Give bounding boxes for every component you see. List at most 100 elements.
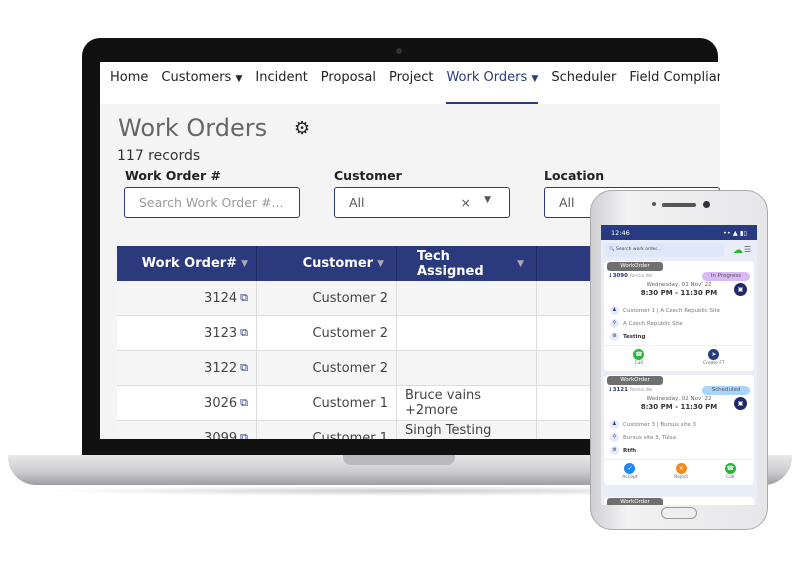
action-label: Accept	[622, 475, 638, 480]
open-external-icon[interactable]: ⧉	[240, 431, 248, 439]
laptop-camera	[396, 48, 402, 54]
work-order-card[interactable]: WorkOrder	[604, 497, 754, 505]
nav-customers-label: Customers	[161, 70, 232, 85]
nav-work-orders[interactable]: Work Orders ▼	[446, 62, 539, 104]
reject-icon: ×	[675, 463, 687, 474]
filter-icon[interactable]: ▼	[241, 259, 248, 269]
nav-incident[interactable]: Incident	[255, 62, 307, 104]
nav-proposal[interactable]: Proposal	[321, 62, 376, 104]
nav-home[interactable]: Home	[110, 62, 148, 104]
header-tech-assigned[interactable]: Tech Assigned ▼	[397, 246, 537, 281]
search-placeholder: Search work order...	[616, 247, 662, 252]
cell-tech-assigned	[397, 351, 537, 385]
work-order-card[interactable]: WorkOrder ↓3121 Rental Wo Scheduled Wedne…	[604, 375, 754, 485]
nav-field-compliance[interactable]: Field Compliance	[629, 62, 720, 104]
accept-icon: ✓	[624, 463, 636, 474]
nav-customers[interactable]: Customers ▼	[161, 62, 242, 104]
cell-work-order: 3123 ⧉	[117, 316, 257, 350]
phone-sensor	[652, 202, 656, 206]
card-number: ↓3090 Rental Wo	[608, 273, 653, 279]
create-ft-icon: ➤	[708, 349, 720, 360]
nav-project[interactable]: Project	[389, 62, 433, 104]
card-date: Wednesday, 02 Nov' 22	[646, 282, 712, 288]
open-external-icon[interactable]: ⧉	[240, 361, 248, 375]
cell-customer: Customer 2	[257, 316, 397, 350]
calendar-icon[interactable]: ▣	[734, 283, 747, 296]
card-service: ⚙ Testing	[610, 332, 645, 341]
customer-select-value: All	[349, 195, 365, 210]
chevron-down-icon: ▼	[235, 74, 243, 84]
work-order-number: 3099	[204, 430, 238, 440]
phone-screen: 12:46 •• ▲ ▮▯ 🔍 Search work order... ☁ ☰ …	[601, 225, 757, 505]
call-icon: ☎	[724, 463, 736, 474]
card-location: ⚲ A Czech Republic Site	[610, 319, 683, 328]
location-filter-label: Location	[544, 168, 605, 183]
wo-number: 3121	[612, 387, 628, 393]
customer-text: Customer 1 | A Czech Republic Site	[623, 307, 721, 314]
action-label: Reject	[674, 475, 689, 480]
call-icon: ☎	[633, 349, 645, 360]
cloud-sync-icon[interactable]: ☁	[733, 245, 743, 256]
cell-tech-assigned	[397, 316, 537, 350]
location-pin-icon: ⚲	[610, 433, 619, 442]
card-customer: ♟ Customer 1 | A Czech Republic Site	[610, 306, 720, 315]
card-actions: ✓ Accept × Reject ☎ Call	[604, 459, 754, 480]
wifi-battery-icon: •• ▲ ▮▯	[723, 228, 747, 237]
action-reject-button[interactable]: × Reject	[674, 463, 688, 480]
location-text: A Czech Republic Site	[623, 320, 683, 327]
cell-customer: Customer 1	[257, 386, 397, 420]
chevron-down-icon: ▼	[531, 74, 539, 84]
person-icon: ♟	[610, 420, 619, 429]
cell-work-order: 3026 ⧉	[117, 386, 257, 420]
phone-speaker	[662, 203, 696, 207]
action-create-ft-button[interactable]: ➤ Create FT	[703, 349, 725, 366]
header-work-order[interactable]: Work Order# ▼	[117, 246, 257, 281]
open-external-icon[interactable]: ⧉	[240, 291, 248, 305]
card-actions: ☎ Call ➤ Create FT	[604, 345, 754, 366]
hamburger-menu-icon[interactable]: ☰	[744, 245, 751, 254]
card-time: 8:30 PM - 11:30 PM	[640, 289, 718, 297]
page-title: Work Orders	[118, 114, 268, 142]
work-order-number: 3124	[204, 290, 238, 306]
cell-customer: Customer 1	[257, 421, 397, 439]
open-external-icon[interactable]: ⧉	[240, 326, 248, 340]
service-text: Testing	[623, 333, 646, 340]
calendar-icon[interactable]: ▣	[734, 397, 747, 410]
location-pin-icon: ⚲	[610, 319, 619, 328]
header-label: Work Order#	[141, 256, 238, 271]
nav-scheduler[interactable]: Scheduler	[551, 62, 616, 104]
card-type-label: WorkOrder	[607, 262, 663, 271]
work-order-number: 3122	[204, 360, 238, 376]
phone-home-button[interactable]	[661, 507, 697, 519]
phone-camera	[703, 201, 710, 208]
action-call-button[interactable]: ☎ Call	[633, 349, 645, 366]
work-order-search-input[interactable]: Search Work Order #...	[124, 187, 300, 218]
filter-icon[interactable]: ▼	[377, 259, 384, 269]
action-accept-button[interactable]: ✓ Accept	[622, 463, 638, 480]
wo-type: Rental Wo	[629, 274, 653, 279]
action-call-button[interactable]: ☎ Call	[724, 463, 736, 480]
card-type-label: WorkOrder	[607, 376, 663, 385]
header-customer[interactable]: Customer ▼	[257, 246, 397, 281]
card-number: ↓3121 Rental Wo	[608, 387, 653, 393]
clear-icon[interactable]: ×	[461, 195, 471, 210]
card-location: ⚲ Bursus site 3, Tulsa	[610, 433, 676, 442]
header-label: Customer	[302, 256, 374, 271]
customer-select[interactable]: All × ▼	[334, 187, 510, 218]
work-order-card[interactable]: WorkOrder ↓3090 Rental Wo In Progress Wed…	[604, 261, 754, 371]
work-order-number: 3123	[204, 325, 238, 341]
nav-work-orders-label: Work Orders	[446, 70, 528, 85]
filter-icon[interactable]: ▼	[517, 259, 524, 269]
action-label: Create FT	[703, 361, 725, 366]
header-label: Tech Assigned	[417, 248, 484, 279]
person-icon: ♟	[610, 306, 619, 315]
mobile-search-input[interactable]: 🔍 Search work order...	[604, 243, 724, 257]
wo-number: 3090	[612, 273, 628, 279]
cell-work-order: 3124 ⧉	[117, 281, 257, 315]
gear-icon[interactable]: ⚙	[294, 118, 310, 139]
card-customer: ♟ Customer 3 | Bursus site 3	[610, 420, 696, 429]
card-type-label: WorkOrder	[607, 498, 663, 505]
laptop-notch	[343, 455, 455, 465]
open-external-icon[interactable]: ⧉	[240, 396, 248, 410]
record-count: 117 records	[117, 148, 201, 164]
